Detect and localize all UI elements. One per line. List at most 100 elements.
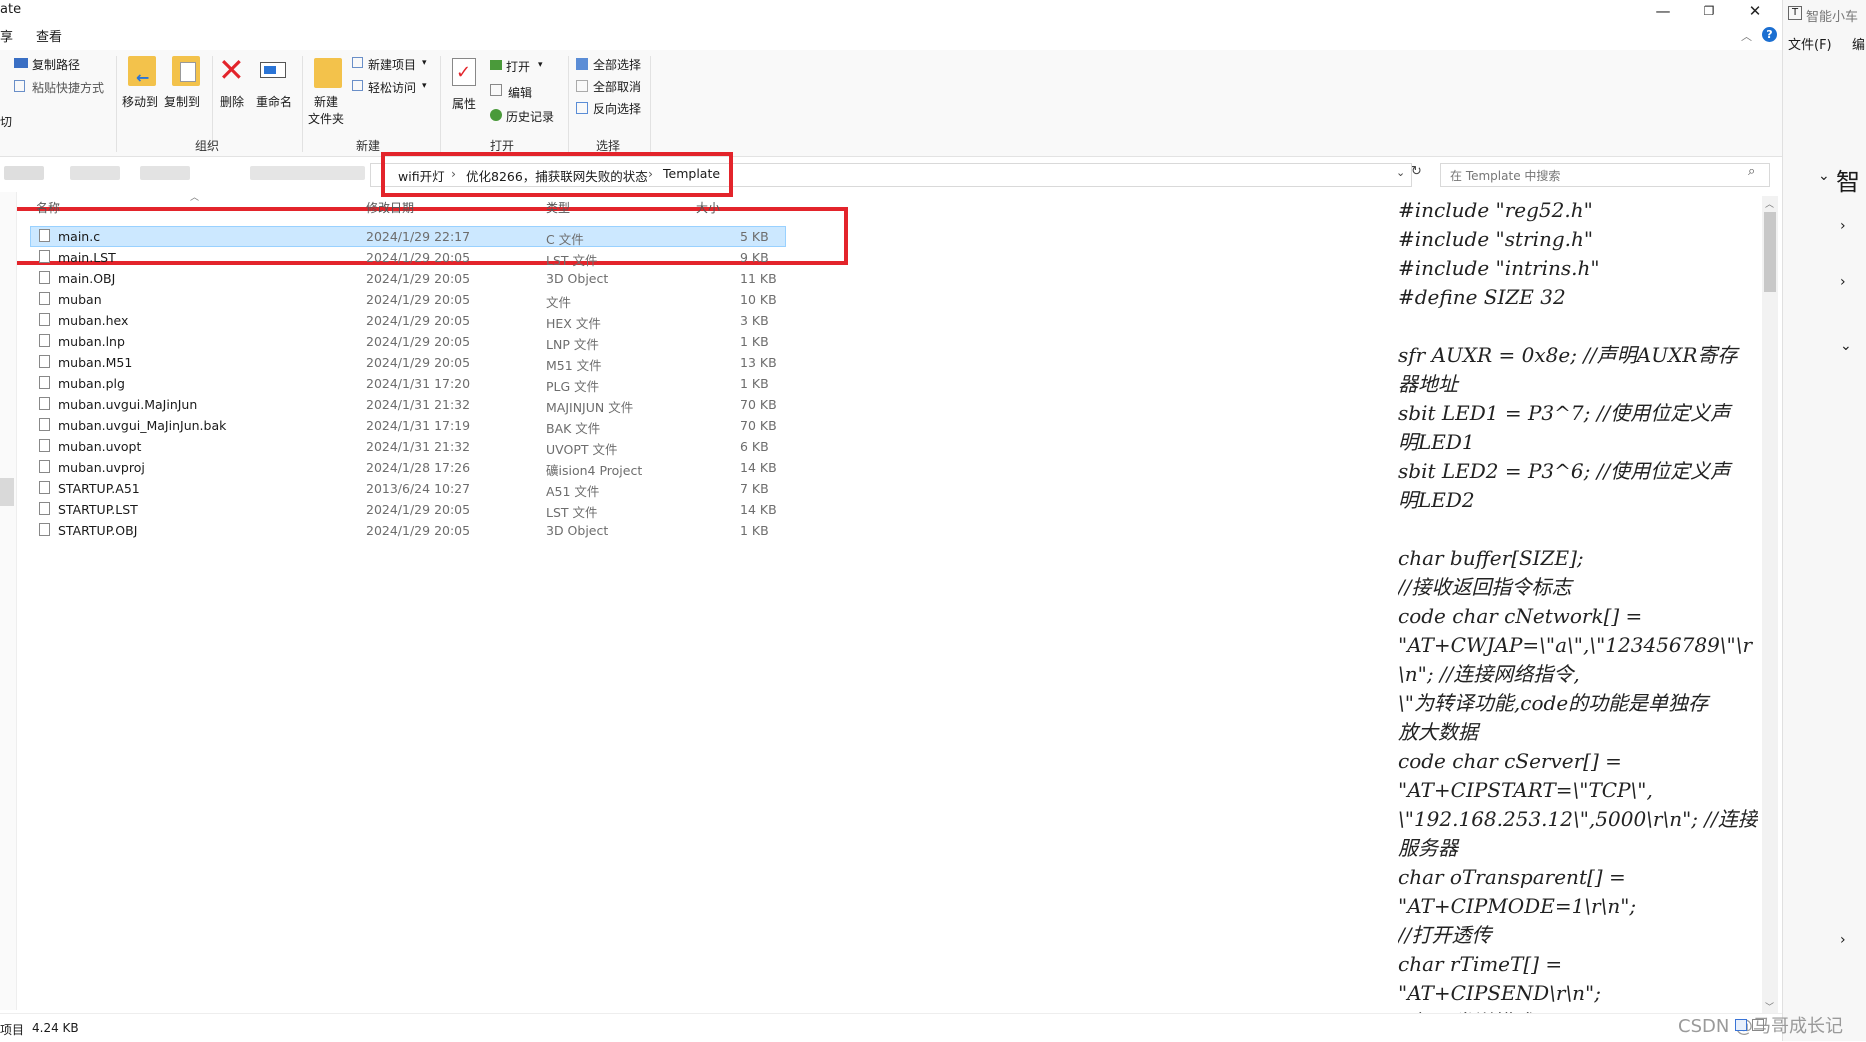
file-row[interactable]: STARTUP.OBJ 2024/1/29 20:05 3D Object 1 KB [30,520,786,541]
code-scrollbar[interactable] [1762,196,1778,1014]
copy-path-button[interactable]: 复制路径 [32,56,80,73]
file-size: 13 KB [740,355,777,370]
navigation-pane[interactable] [0,192,17,1010]
column-header-size[interactable]: 大小 [696,199,720,216]
column-header-date[interactable]: 修改日期 [366,199,414,216]
tree-collapsed-icon[interactable]: › [1840,218,1846,234]
file-date: 2024/1/29 20:05 [366,271,471,286]
tree-collapsed-icon[interactable]: › [1840,274,1846,290]
scroll-up-icon[interactable]: ︿ [1765,197,1774,210]
invert-selection-button[interactable]: 反向选择 [593,100,641,117]
search-input[interactable]: 在 Template 中搜索 [1450,167,1560,184]
code-line: 明LED2 [1398,488,1475,512]
file-icon [39,334,50,347]
details-view-icon[interactable] [1735,1019,1747,1031]
file-row[interactable]: main.OBJ 2024/1/29 20:05 3D Object 11 KB [30,268,786,289]
edit-button[interactable]: 编辑 [508,84,532,101]
file-size: 14 KB [740,502,777,517]
file-type: PLG 文件 [546,379,600,394]
easy-access-button[interactable]: 轻松访问 [368,79,416,96]
file-row[interactable]: muban.uvproj 2024/1/28 17:26 礦ision4 Proje… [30,457,786,478]
file-row[interactable]: muban 2024/1/29 20:05 文件 10 KB [30,289,786,310]
new-item-icon [352,57,363,68]
text-app-icon: T [1788,6,1802,20]
status-item-count: 项目 [0,1023,25,1037]
file-row[interactable]: muban.M51 2024/1/29 20:05 M51 文件 13 KB [30,352,786,373]
column-header-type[interactable]: 类型 [546,199,570,216]
code-line: sfr AUXR = 0x8e; //声明AUXR寄存 [1398,343,1738,367]
close-button[interactable]: ✕ [1732,0,1778,24]
search-icon[interactable]: ⌕ [1748,164,1755,179]
file-row[interactable]: muban.uvopt 2024/1/31 21:32 UVOPT 文件 6 KB [30,436,786,457]
tab-view[interactable]: 查看 [36,26,62,45]
file-row[interactable]: STARTUP.A51 2013/6/24 10:27 A51 文件 7 KB [30,478,786,499]
paste-shortcut-icon [14,80,25,92]
new-folder-button[interactable]: 新建 [314,93,338,110]
file-name: muban.uvgui_MaJinJun.bak [58,418,227,433]
file-icon [39,355,50,368]
file-icon [39,229,50,242]
history-icon [490,109,502,121]
invert-selection-icon [576,102,588,114]
file-type: MAJINJUN 文件 [546,400,634,415]
open-button[interactable]: 打开 [506,58,530,75]
file-icon [39,502,50,515]
file-icon [39,418,50,431]
menu-file[interactable]: 文件(F) [1788,34,1832,53]
file-row[interactable]: main.LST 2024/1/29 20:05 LST 文件 9 KB [30,247,786,268]
file-row[interactable]: muban.uvgui.MaJinJun 2024/1/31 21:32 MAJIN… [30,394,786,415]
code-scrollbar-thumb[interactable] [1764,212,1776,292]
file-row[interactable]: muban.hex 2024/1/29 20:05 HEX 文件 3 KB [30,310,786,331]
file-size: 7 KB [740,481,769,496]
new-item-button[interactable]: 新建项目 [368,56,416,73]
history-button[interactable]: 历史记录 [506,108,554,125]
file-type: C 文件 [546,232,584,247]
tree-collapsed-icon[interactable]: › [1840,932,1846,948]
copy-to-button[interactable]: 复制到 [164,93,200,110]
new-item-dropdown-icon[interactable]: ▾ [422,58,427,68]
file-date: 2024/1/31 21:32 [366,397,471,412]
nav-pane-scroll-thumb[interactable] [0,478,14,506]
recent-locations-button[interactable] [140,166,190,180]
new-folder-icon [314,58,342,88]
address-dropdown-icon[interactable]: ⌄ [1396,166,1405,179]
file-name: STARTUP.LST [58,502,138,517]
minimize-button[interactable]: — [1640,0,1686,24]
select-all-button[interactable]: 全部选择 [593,56,641,73]
easy-access-dropdown-icon[interactable]: ▾ [422,81,427,91]
rename-button[interactable]: 重命名 [256,93,292,110]
code-line: code char cServer[] = [1398,749,1622,773]
file-row[interactable]: STARTUP.LST 2024/1/29 20:05 LST 文件 14 KB [30,499,786,520]
up-button[interactable] [250,166,365,180]
code-line: #include "intrins.h" [1398,256,1600,280]
tree-expanded-icon[interactable]: ⌄ [1818,168,1830,184]
refresh-icon[interactable]: ↻ [1411,164,1422,179]
tab-share[interactable]: 享 [0,26,13,45]
back-button[interactable] [4,166,44,180]
code-line: \"为转译功能,code的功能是单独存 [1398,691,1709,715]
maximize-button[interactable]: ❐ [1686,0,1732,24]
cut-button[interactable]: 切 [0,113,12,130]
delete-button[interactable]: 删除 [220,93,244,110]
file-row[interactable]: muban.plg 2024/1/31 17:20 PLG 文件 1 KB [30,373,786,394]
collapse-ribbon-icon[interactable]: ︿ [1741,28,1752,44]
paste-shortcut-button[interactable]: 粘贴快捷方式 [32,79,104,96]
column-header-name[interactable]: 名称 [36,199,60,216]
large-icons-view-icon[interactable] [1752,1019,1764,1031]
file-row[interactable]: muban.uvgui_MaJinJun.bak 2024/1/31 17:19 B… [30,415,786,436]
code-line: char buffer[SIZE]; [1398,546,1584,570]
help-icon[interactable]: ? [1762,27,1777,42]
forward-button[interactable] [70,166,120,180]
select-none-button[interactable]: 全部取消 [593,78,641,95]
file-row[interactable]: muban.lnp 2024/1/29 20:05 LNP 文件 1 KB [30,331,786,352]
open-dropdown-icon[interactable]: ▾ [538,60,543,70]
file-name: main.OBJ [58,271,116,286]
properties-button[interactable]: 属性 [452,95,476,112]
file-row[interactable]: main.c 2024/1/29 22:17 C 文件 5 KB [30,226,786,247]
tree-expanded-icon[interactable]: ⌄ [1840,338,1852,354]
move-to-button[interactable]: 移动到 [122,93,158,110]
menu-edit[interactable]: 编 [1852,34,1865,53]
secondary-window [1782,0,1866,1041]
code-line: #define SIZE 32 [1398,285,1566,309]
secondary-window-title: 智能小车 [1806,10,1859,25]
